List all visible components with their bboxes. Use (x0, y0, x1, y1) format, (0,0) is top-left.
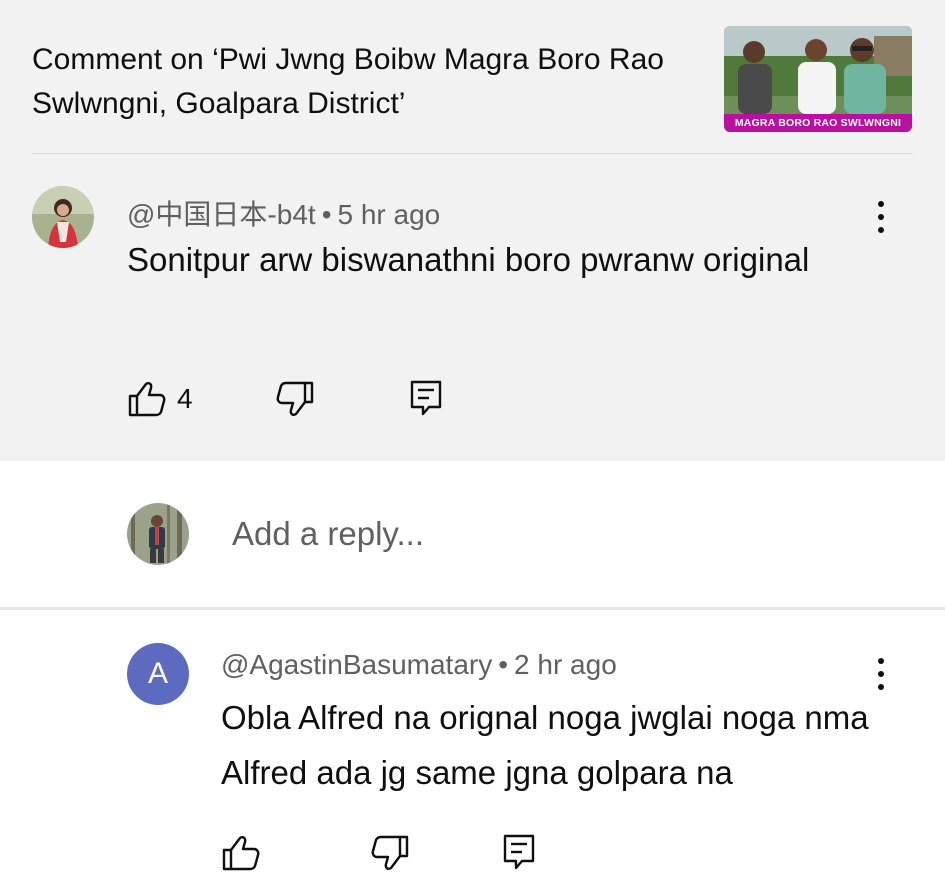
more-options-button[interactable] (866, 197, 896, 237)
reply-reply-button[interactable] (502, 833, 536, 871)
reply-button[interactable] (409, 379, 443, 417)
reply-time[interactable]: 2 hr ago (514, 649, 617, 680)
meta-separator: • (321, 199, 332, 230)
comment-text: Sonitpur arw biswanathni boro pwranw ori… (127, 241, 810, 278)
reply-input[interactable]: Add a reply... (232, 515, 424, 553)
thumbs-up-icon (222, 836, 260, 871)
context-title: Comment on ‘Pwi Jwng Boibw Magra Boro Ra… (32, 43, 664, 120)
more-vertical-icon (878, 201, 884, 207)
more-vertical-icon (878, 658, 884, 664)
avatar[interactable] (32, 186, 94, 248)
comment-icon (503, 834, 535, 870)
like-count: 4 (177, 383, 193, 414)
avatar-photo (32, 186, 94, 248)
reply-text: Obla Alfred na orignal noga jwglai noga … (221, 699, 869, 791)
thumbs-down-icon (276, 381, 314, 416)
reply-dislike-button[interactable] (370, 834, 410, 872)
thumbs-down-icon (371, 835, 409, 870)
reply-avatar[interactable]: A (127, 643, 189, 705)
comment-author[interactable]: @中国日本-b4t (127, 199, 316, 230)
video-thumbnail[interactable]: MAGRA BORO RAO SWLWNGNI (724, 26, 912, 132)
meta-separator: • (498, 649, 509, 680)
thumbs-up-icon (128, 382, 166, 417)
reply-author[interactable]: @AgastinBasumatary (221, 649, 492, 680)
reply-like-button[interactable] (221, 834, 261, 872)
user-avatar (127, 503, 189, 565)
like-button[interactable]: 4 (127, 380, 193, 418)
reply-meta: @AgastinBasumatary • 2 hr ago (221, 649, 617, 681)
parent-comment-section: Comment on ‘Pwi Jwng Boibw Magra Boro Ra… (0, 0, 945, 461)
comment-icon (410, 380, 442, 416)
divider (32, 153, 913, 154)
divider (0, 607, 945, 610)
user-avatar-photo (127, 503, 189, 565)
dislike-button[interactable] (275, 380, 315, 418)
thumbnail-caption: MAGRA BORO RAO SWLWNGNI (724, 114, 912, 132)
comment-meta: @中国日本-b4t • 5 hr ago (127, 193, 440, 233)
reply-more-options-button[interactable] (866, 654, 896, 694)
comment-time[interactable]: 5 hr ago (338, 199, 441, 230)
